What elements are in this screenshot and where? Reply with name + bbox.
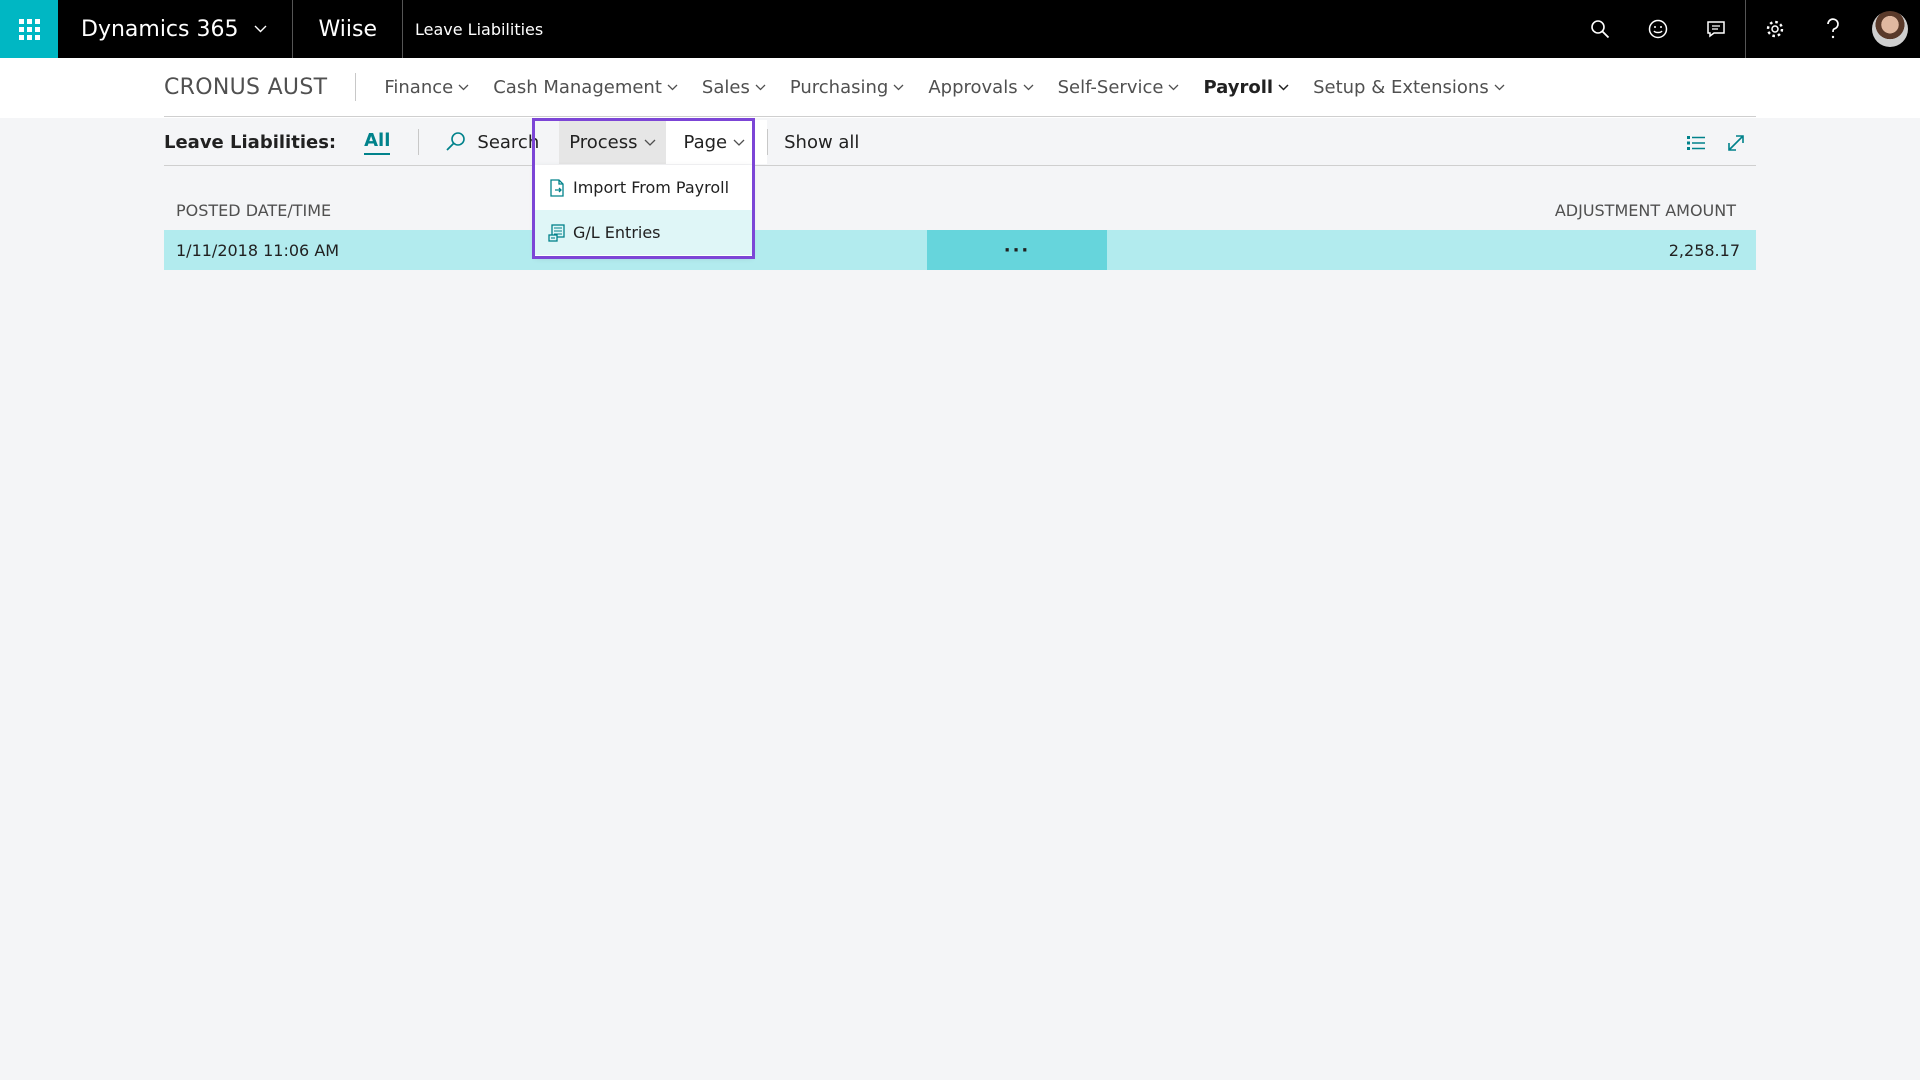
nav-item-finance[interactable]: Finance <box>372 77 481 98</box>
nav-item-label: Approvals <box>928 76 1018 98</box>
process-menu-button[interactable]: Process <box>559 120 666 164</box>
filter-all-tab[interactable]: All <box>364 130 391 155</box>
user-avatar[interactable] <box>1872 11 1908 47</box>
search-label: Search <box>477 131 540 153</box>
expand-icon <box>1728 134 1744 151</box>
ledger-entries-icon <box>548 223 565 242</box>
navigation-bar: CRONUS AUST Finance Cash Management Sale… <box>0 58 1920 118</box>
menu-item-label: Import From Payroll <box>573 178 730 197</box>
nav-item-label: Self-Service <box>1057 76 1164 98</box>
view-options <box>1676 119 1756 166</box>
list-header: POSTED DATE/TIME ADJUSTMENT AMOUNT <box>164 190 1756 230</box>
list-icon <box>1687 135 1705 150</box>
chevron-down-icon <box>755 81 766 94</box>
chevron-down-icon <box>644 136 656 149</box>
gear-icon <box>1766 20 1784 38</box>
nav-item-label: Payroll <box>1203 76 1274 98</box>
search-button[interactable] <box>1571 0 1629 58</box>
chat-icon <box>1707 21 1725 38</box>
menu-item-gl-entries[interactable]: G/L Entries <box>535 210 752 255</box>
page-label: Page <box>683 131 728 153</box>
settings-button[interactable] <box>1746 0 1804 58</box>
chevron-down-icon <box>667 81 678 94</box>
chevron-down-icon <box>1278 81 1289 94</box>
nav-item-sales[interactable]: Sales <box>690 77 778 98</box>
chevron-down-icon <box>733 136 745 149</box>
nav-item-label: Purchasing <box>789 76 889 98</box>
company-name[interactable]: CRONUS AUST <box>164 73 357 101</box>
menu-item-import-from-payroll[interactable]: Import From Payroll <box>535 165 752 210</box>
leave-liabilities-list: POSTED DATE/TIME ADJUSTMENT AMOUNT 1/11/… <box>164 190 1756 270</box>
top-icons <box>1571 0 1920 58</box>
cell-adjustment-amount: 2,258.17 <box>1668 240 1740 260</box>
chevron-down-icon <box>893 81 904 94</box>
table-row[interactable]: 1/11/2018 11:06 AM ··· 2,258.17 <box>164 230 1756 270</box>
page-menu-button[interactable]: Page <box>665 120 768 164</box>
nav-item-setup-extensions[interactable]: Setup & Extensions <box>1301 77 1517 98</box>
nav-item-approvals[interactable]: Approvals <box>916 77 1045 98</box>
process-label: Process <box>569 131 638 153</box>
messages-button[interactable] <box>1687 0 1745 58</box>
expand-button[interactable] <box>1716 123 1756 163</box>
chevron-down-icon <box>1494 81 1505 94</box>
cell-posted-date-time: 1/11/2018 11:06 AM <box>176 240 340 260</box>
nav-item-cash-management[interactable]: Cash Management <box>481 77 690 98</box>
app-switcher-button[interactable]: Dynamics 365 <box>58 0 294 58</box>
nav-item-purchasing[interactable]: Purchasing <box>778 77 917 98</box>
chevron-down-icon <box>1023 81 1034 94</box>
row-more-options-button[interactable]: ··· <box>927 230 1107 270</box>
search-icon <box>446 132 466 151</box>
smiley-icon <box>1648 19 1668 39</box>
nav-item-self-service[interactable]: Self-Service <box>1046 77 1192 98</box>
nav-item-label: Setup & Extensions <box>1313 76 1489 98</box>
show-all-button[interactable]: Show all <box>784 132 859 153</box>
menu-item-label: G/L Entries <box>573 223 661 242</box>
chevron-down-icon <box>254 21 267 37</box>
nav-item-payroll[interactable]: Payroll <box>1191 77 1301 98</box>
document-import-icon <box>550 178 564 197</box>
action-bar: Leave Liabilities: All Search Process Pa… <box>164 119 1756 166</box>
question-mark-icon <box>1827 18 1839 39</box>
breadcrumb: Leave Liabilities <box>414 19 544 39</box>
help-button[interactable] <box>1804 0 1862 58</box>
search-icon <box>1591 20 1610 39</box>
tenant-name: Wiise <box>293 0 403 58</box>
search-list-button[interactable]: Search <box>437 131 547 153</box>
waffle-icon <box>18 18 40 40</box>
nav-item-label: Sales <box>701 76 750 98</box>
chevron-down-icon <box>1168 81 1179 94</box>
process-dropdown-menu: Import From Payroll G/L Entries <box>535 165 752 256</box>
divider <box>418 129 420 155</box>
chevron-down-icon <box>458 81 469 94</box>
column-header-posted-date-time[interactable]: POSTED DATE/TIME <box>176 201 331 220</box>
list-view-button[interactable] <box>1676 123 1716 163</box>
app-launcher-button[interactable] <box>0 0 58 58</box>
top-bar: Dynamics 365 Wiise Leave Liabilities <box>0 0 1920 58</box>
page-caption: Leave Liabilities: <box>164 131 337 153</box>
divider <box>767 129 769 155</box>
feedback-button[interactable] <box>1629 0 1687 58</box>
nav-item-label: Finance <box>384 76 454 98</box>
app-name: Dynamics 365 <box>81 16 239 42</box>
nav-item-label: Cash Management <box>493 76 662 98</box>
nav-menu: Finance Cash Management Sales Purchasing… <box>356 77 1516 98</box>
column-header-adjustment-amount[interactable]: ADJUSTMENT AMOUNT <box>1555 201 1736 220</box>
